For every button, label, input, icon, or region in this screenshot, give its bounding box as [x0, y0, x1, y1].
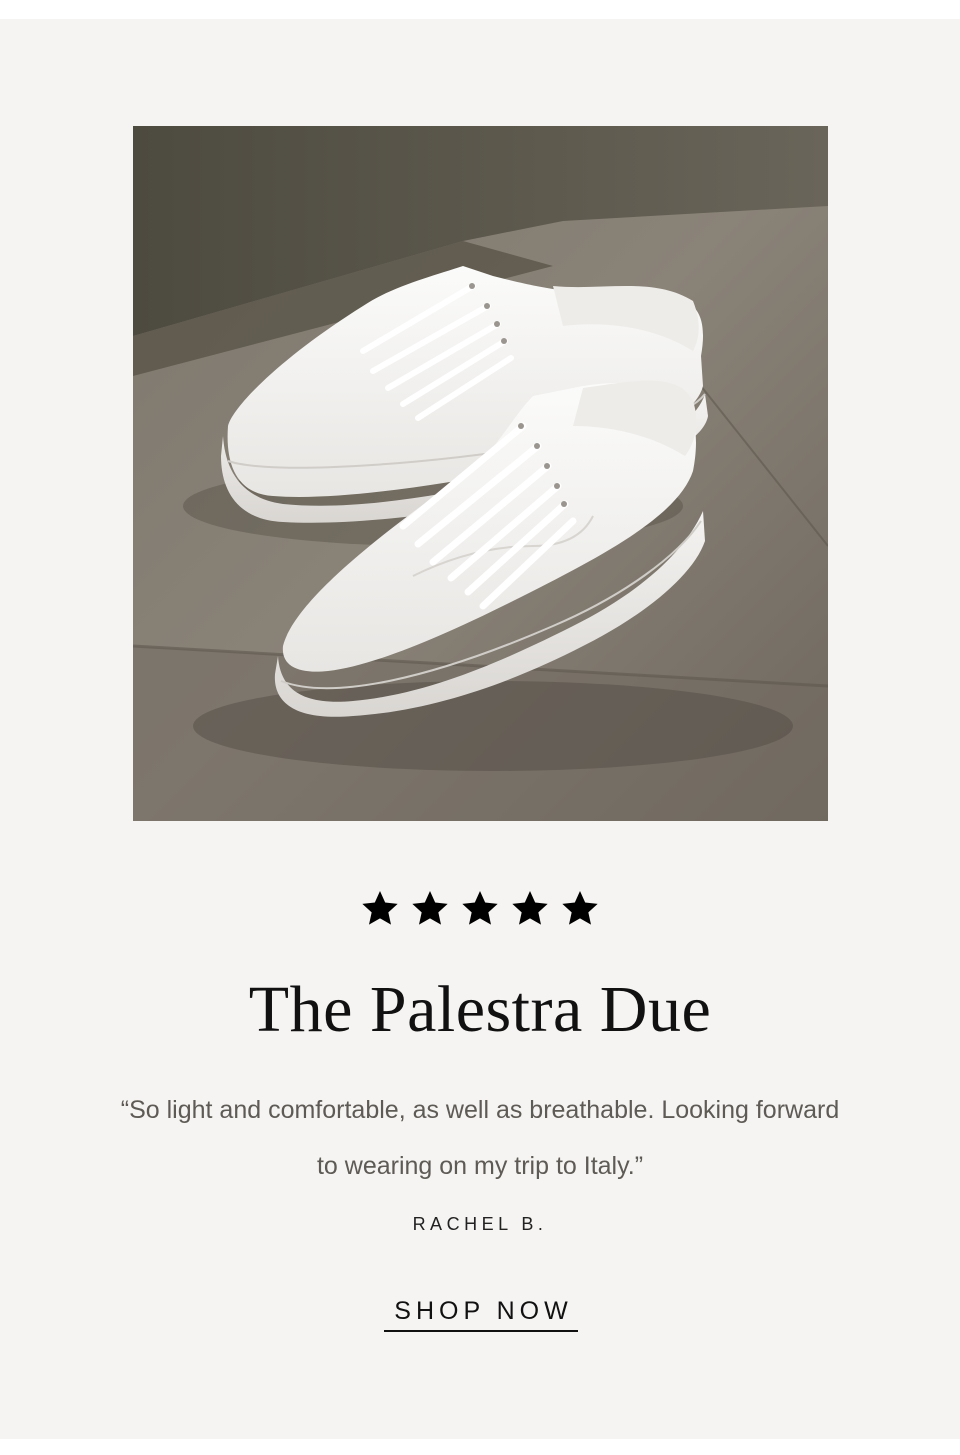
product-title: The Palestra Due — [248, 973, 712, 1046]
review-quote: “So light and comfortable, as well as br… — [120, 1096, 840, 1180]
star-icon — [360, 888, 400, 928]
review-author: RACHEL B. — [412, 1214, 548, 1234]
star-icon — [510, 888, 550, 928]
bottom-margin — [0, 1439, 960, 1455]
top-margin — [0, 0, 960, 19]
shop-now-link[interactable]: SHOP NOW — [384, 1297, 578, 1332]
rating-stars — [0, 888, 960, 928]
star-icon — [410, 888, 450, 928]
star-icon — [460, 888, 500, 928]
email-page: The Palestra Due “So light and comfortab… — [0, 0, 960, 1455]
product-photo[interactable] — [133, 126, 828, 821]
star-icon — [560, 888, 600, 928]
